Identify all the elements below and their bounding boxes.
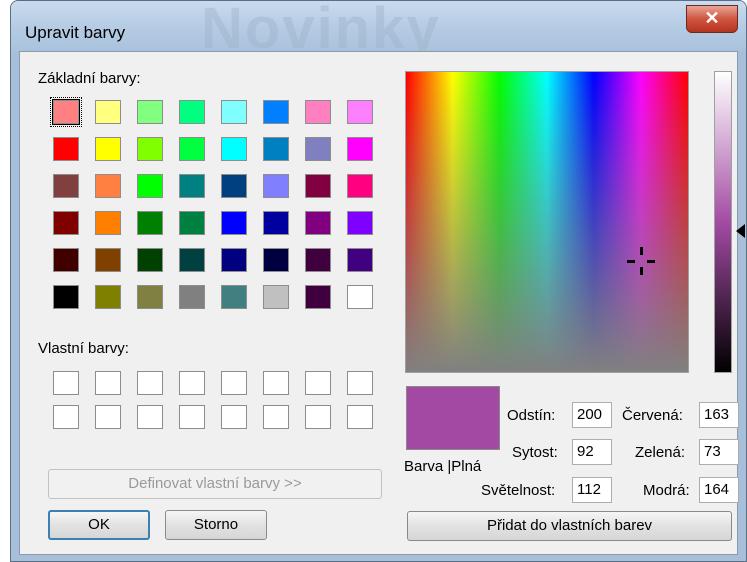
basic-color-swatch[interactable]: [179, 285, 205, 309]
basic-color-swatch[interactable]: [263, 174, 289, 198]
preview-label: Barva |Plná: [404, 458, 482, 475]
luminosity-label: Světelnost:: [481, 482, 556, 499]
custom-color-swatch[interactable]: [53, 405, 79, 429]
custom-color-swatch[interactable]: [53, 371, 79, 395]
basic-color-swatch[interactable]: [263, 137, 289, 161]
color-dialog-window: Novinky Upravit barvy ✕ Základní barvy: …: [10, 0, 747, 562]
basic-color-swatch[interactable]: [95, 137, 121, 161]
blue-label: Modrá:: [643, 482, 690, 499]
basic-color-swatch[interactable]: [305, 248, 331, 272]
basic-color-swatch[interactable]: [221, 248, 247, 272]
custom-color-swatch[interactable]: [221, 405, 247, 429]
title-bar[interactable]: Novinky Upravit barvy ✕: [11, 1, 746, 61]
ok-button[interactable]: OK: [48, 510, 150, 540]
close-icon: ✕: [704, 8, 720, 28]
basic-color-swatch[interactable]: [95, 211, 121, 235]
basic-color-swatch[interactable]: [305, 100, 331, 124]
basic-color-swatch[interactable]: [221, 211, 247, 235]
green-field[interactable]: 73: [699, 439, 739, 465]
custom-color-swatch[interactable]: [137, 405, 163, 429]
basic-color-swatch[interactable]: [95, 174, 121, 198]
basic-color-swatch[interactable]: [347, 100, 373, 124]
basic-color-swatch[interactable]: [179, 174, 205, 198]
custom-color-swatch[interactable]: [347, 405, 373, 429]
basic-color-swatch[interactable]: [305, 174, 331, 198]
define-custom-colors-button[interactable]: Definovat vlastní barvy >>: [48, 469, 382, 499]
dialog-client-area: Základní barvy: Vlastní barvy: Definovat…: [19, 51, 745, 555]
basic-color-swatch[interactable]: [221, 137, 247, 161]
custom-color-swatch[interactable]: [263, 405, 289, 429]
basic-color-swatch[interactable]: [305, 211, 331, 235]
basic-color-swatch[interactable]: [53, 285, 79, 309]
basic-color-swatch[interactable]: [305, 137, 331, 161]
basic-color-swatch[interactable]: [137, 285, 163, 309]
saturation-label: Sytost:: [512, 444, 558, 461]
basic-color-swatch[interactable]: [53, 248, 79, 272]
basic-color-swatch[interactable]: [95, 248, 121, 272]
basic-color-swatch[interactable]: [137, 211, 163, 235]
red-label: Červená:: [622, 407, 683, 424]
custom-color-swatch[interactable]: [305, 405, 331, 429]
basic-color-swatch[interactable]: [53, 137, 79, 161]
custom-color-swatch[interactable]: [179, 371, 205, 395]
basic-color-swatch[interactable]: [221, 285, 247, 309]
basic-color-swatch[interactable]: [137, 248, 163, 272]
basic-colors-label: Základní barvy:: [38, 70, 141, 87]
saturation-field[interactable]: 92: [572, 439, 612, 465]
custom-color-swatch[interactable]: [263, 371, 289, 395]
add-to-custom-colors-button[interactable]: Přidat do vlastních barev: [407, 511, 732, 541]
cancel-button[interactable]: Storno: [165, 510, 267, 540]
basic-color-swatch[interactable]: [347, 248, 373, 272]
custom-color-swatch[interactable]: [179, 405, 205, 429]
basic-color-swatch[interactable]: [95, 285, 121, 309]
custom-color-swatch[interactable]: [221, 371, 247, 395]
basic-color-swatch[interactable]: [53, 211, 79, 235]
basic-color-swatch[interactable]: [347, 211, 373, 235]
crosshair-icon[interactable]: [627, 247, 655, 275]
basic-color-swatch[interactable]: [263, 100, 289, 124]
basic-color-swatch[interactable]: [305, 285, 331, 309]
custom-color-swatch[interactable]: [137, 371, 163, 395]
basic-color-swatch[interactable]: [179, 100, 205, 124]
basic-color-swatch[interactable]: [347, 174, 373, 198]
basic-color-swatch[interactable]: [137, 100, 163, 124]
window-title: Upravit barvy: [25, 23, 126, 42]
basic-color-swatch[interactable]: [179, 137, 205, 161]
basic-color-swatch[interactable]: [221, 174, 247, 198]
hue-saturation-spectrum[interactable]: [405, 71, 689, 373]
basic-color-swatch[interactable]: [347, 137, 373, 161]
custom-color-swatch[interactable]: [95, 405, 121, 429]
basic-color-swatch[interactable]: [137, 174, 163, 198]
color-preview: [406, 386, 500, 450]
basic-color-swatch[interactable]: [179, 211, 205, 235]
basic-color-swatch[interactable]: [347, 285, 373, 309]
hue-label: Odstín:: [507, 407, 556, 424]
arrow-left-icon[interactable]: [736, 224, 745, 238]
basic-color-swatch[interactable]: [221, 100, 247, 124]
custom-color-swatch[interactable]: [95, 371, 121, 395]
luminosity-slider[interactable]: [714, 71, 732, 373]
green-label: Zelená:: [635, 444, 686, 461]
basic-color-swatch[interactable]: [137, 137, 163, 161]
luminosity-field[interactable]: 112: [572, 477, 612, 503]
basic-color-swatch[interactable]: [263, 248, 289, 272]
custom-color-swatch[interactable]: [347, 371, 373, 395]
basic-color-swatch[interactable]: [179, 248, 205, 272]
basic-color-swatch[interactable]: [53, 174, 79, 198]
blue-field[interactable]: 164: [699, 477, 739, 503]
basic-color-swatch[interactable]: [263, 211, 289, 235]
custom-colors-label: Vlastní barvy:: [38, 340, 129, 357]
basic-color-swatch[interactable]: [50, 97, 82, 127]
close-button[interactable]: ✕: [686, 5, 738, 33]
basic-color-swatch[interactable]: [95, 100, 121, 124]
red-field[interactable]: 163: [699, 402, 739, 428]
basic-color-swatch[interactable]: [263, 285, 289, 309]
hue-field[interactable]: 200: [572, 402, 612, 428]
custom-color-swatch[interactable]: [305, 371, 331, 395]
